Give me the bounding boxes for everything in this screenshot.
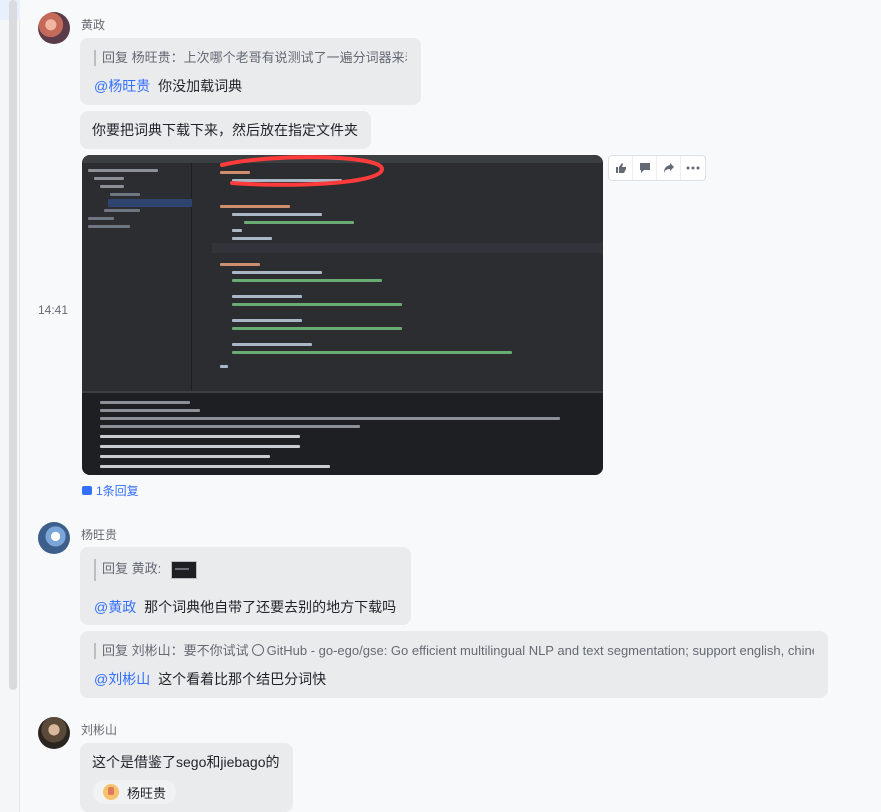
message-bubble[interactable]: 回复 黄政: @黄政 那个词典他自带了还要去别的地方下载吗 — [80, 547, 411, 625]
reply-quote[interactable]: 回复 黄政: — [94, 559, 397, 581]
message-timestamp: 14:41 — [38, 303, 69, 317]
message-bubble[interactable]: 回复 刘彬山：要不你试试 GitHub - go-ego/gse: Go effi… — [80, 631, 828, 698]
link-icon — [249, 643, 267, 659]
message-text: @杨旺贵 你没加载词典 — [94, 76, 407, 96]
more-icon[interactable] — [681, 156, 705, 180]
sender-name[interactable]: 刘彬山 — [81, 721, 117, 738]
sender-name[interactable]: 黄政 — [81, 16, 105, 33]
reply-quote[interactable]: 回复 刘彬山：要不你试试 GitHub - go-ego/gse: Go effi… — [94, 643, 814, 659]
message-text: 这个是借鉴了sego和jiebago的 — [92, 754, 280, 770]
reply-icon — [82, 486, 92, 495]
message-text: @黄政 那个词典他自带了还要去别的地方下载吗 — [94, 597, 397, 617]
reaction-badge[interactable]: 杨旺贵 — [93, 780, 177, 804]
avatar[interactable] — [38, 522, 70, 554]
chat-panel: 黄政 回复 杨旺贵：上次哪个老哥有说测试了一遍分词器来着? @杨旺贵 你没加载词… — [20, 0, 881, 812]
thumbs-up-icon — [103, 784, 119, 800]
left-sidebar — [0, 0, 20, 812]
reaction-user[interactable]: 杨旺贵 — [127, 783, 166, 802]
reply-quote-label: 回复 刘彬山：要不你试试 — [102, 643, 249, 658]
thumbs-up-icon[interactable] — [609, 156, 633, 180]
screenshot-image[interactable] — [82, 155, 603, 475]
mention[interactable]: @刘彬山 — [94, 671, 150, 687]
message-body: 那个词典他自带了还要去别的地方下载吗 — [144, 599, 397, 615]
sender-name[interactable]: 杨旺贵 — [81, 526, 117, 543]
message-text: 你要把词典下载下来，然后放在指定文件夹 — [92, 122, 358, 138]
avatar[interactable] — [38, 12, 70, 44]
comment-icon[interactable] — [633, 156, 657, 180]
reply-count-label[interactable]: 1条回复 — [96, 482, 139, 499]
avatar[interactable] — [38, 717, 70, 749]
image-thumbnail[interactable] — [170, 560, 197, 579]
reply-quote-link[interactable]: GitHub - go-ego/gse: Go efficient multil… — [267, 643, 814, 658]
scrollbar[interactable] — [9, 0, 17, 690]
forward-icon[interactable] — [657, 156, 681, 180]
mention[interactable]: @黄政 — [94, 599, 136, 615]
mention[interactable]: @杨旺贵 — [94, 78, 150, 94]
reply-quote-label: 回复 黄政: — [102, 561, 162, 576]
message-bubble[interactable]: 回复 杨旺贵：上次哪个老哥有说测试了一遍分词器来着? @杨旺贵 你没加载词典 — [80, 38, 421, 105]
message-body: 你没加载词典 — [158, 78, 243, 94]
message-bubble[interactable]: 你要把词典下载下来，然后放在指定文件夹 — [80, 111, 371, 149]
message-text: @刘彬山 这个看着比那个结巴分词快 — [94, 669, 814, 689]
reply-quote[interactable]: 回复 杨旺贵：上次哪个老哥有说测试了一遍分词器来着? — [94, 50, 407, 66]
message-actions — [608, 155, 706, 181]
reply-count-link[interactable]: 1条回复 — [82, 482, 139, 499]
annotation-stroke — [220, 155, 385, 187]
message-body: 这个看着比那个结巴分词快 — [158, 671, 327, 687]
